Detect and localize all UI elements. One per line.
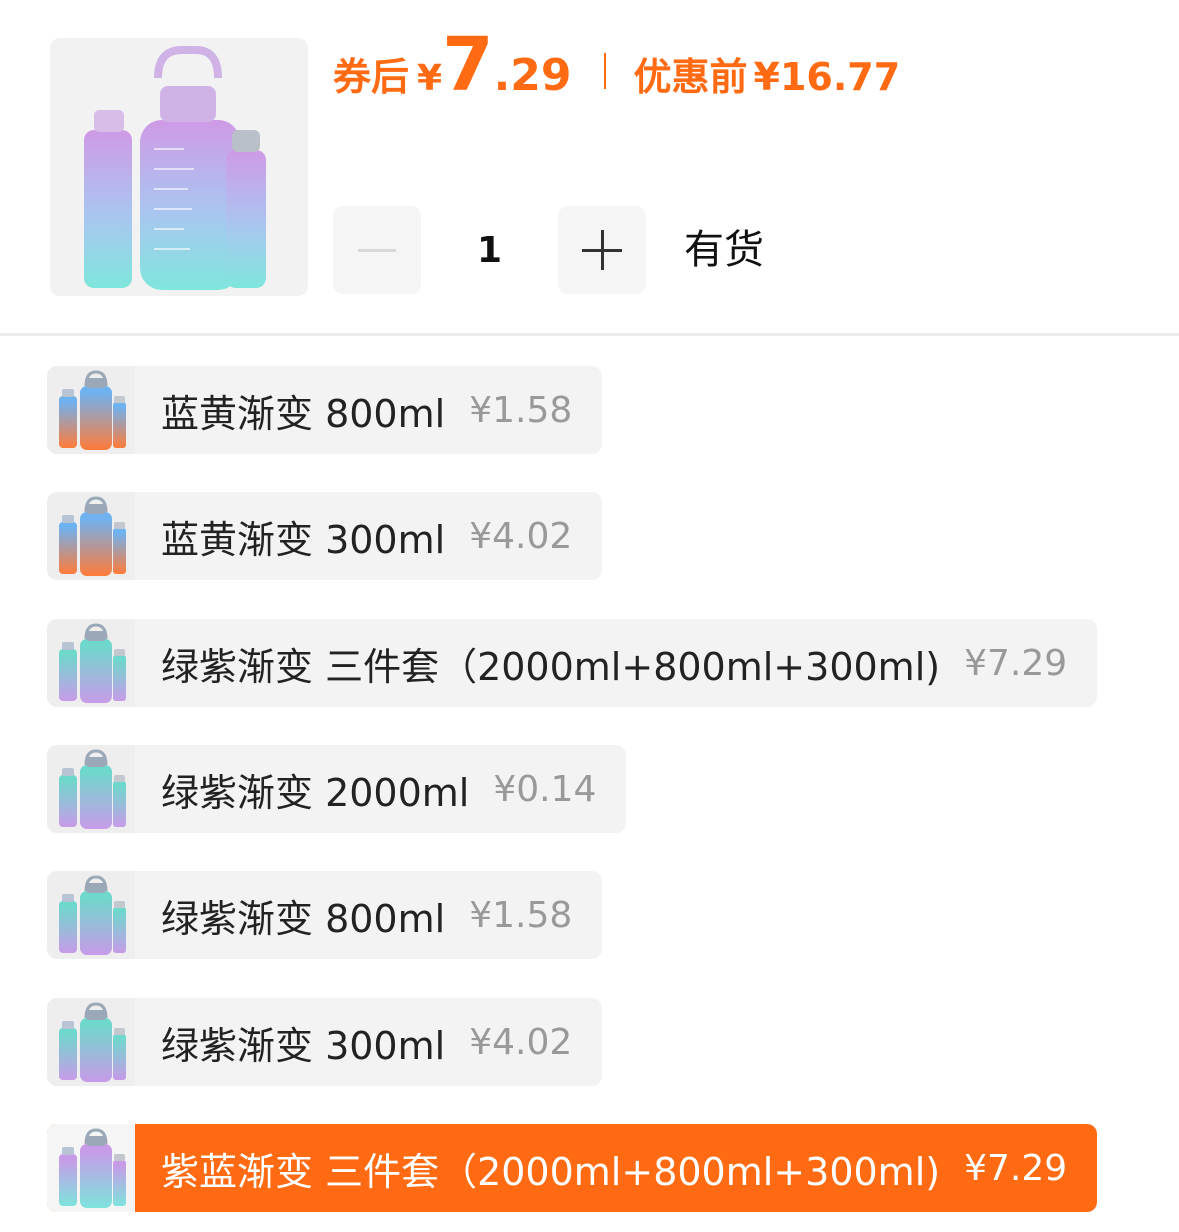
quantity-increase-button[interactable] — [558, 206, 646, 294]
quantity-value: 1 — [476, 229, 503, 271]
before-discount-label: 优惠前 — [633, 55, 748, 99]
sku-option-thumbnail — [47, 871, 135, 959]
sku-option-price: ¥0.14 — [493, 768, 597, 810]
sku-option[interactable]: 绿紫渐变 2000ml ¥0.14 — [47, 745, 627, 833]
sku-option-price: ¥4.02 — [469, 1021, 573, 1063]
sku-option-price: ¥1.58 — [469, 894, 573, 936]
section-divider — [0, 333, 1179, 336]
sku-option-thumbnail — [47, 492, 135, 580]
price-summary: 券后 ¥ 7 .29 优惠前 ¥16.77 — [333, 28, 900, 118]
sku-option-label: 绿紫渐变 三件套（2000ml+800ml+300ml) — [161, 644, 941, 689]
product-image[interactable] — [50, 38, 308, 296]
water-bottle-set-image — [84, 46, 266, 290]
sku-option-label: 绿紫渐变 300ml — [161, 1023, 446, 1068]
sku-option[interactable]: 蓝黄渐变 300ml ¥4.02 — [47, 492, 603, 580]
sku-option-thumbnail — [47, 998, 135, 1086]
before-discount-price: ¥16.77 — [753, 55, 901, 99]
sku-option-label: 蓝黄渐变 300ml — [161, 517, 446, 562]
sku-option-thumbnail — [47, 619, 135, 707]
sku-option[interactable]: 绿紫渐变 800ml ¥1.58 — [47, 871, 603, 959]
sku-option-label: 紫蓝渐变 三件套（2000ml+800ml+300ml) — [161, 1149, 941, 1194]
sku-option-thumbnail — [47, 1124, 135, 1212]
after-coupon-label: 券后 — [333, 55, 410, 99]
sku-option[interactable]: 紫蓝渐变 三件套（2000ml+800ml+300ml) ¥7.29 — [47, 1124, 1098, 1212]
after-coupon-price-integer: 7 — [442, 22, 494, 108]
sku-option-price: ¥7.29 — [964, 642, 1068, 684]
sku-option-label: 绿紫渐变 2000ml — [161, 770, 470, 815]
sku-option[interactable]: 绿紫渐变 三件套（2000ml+800ml+300ml) ¥7.29 — [47, 619, 1098, 707]
quantity-decrease-button[interactable] — [333, 206, 421, 294]
sku-option-thumbnail — [47, 745, 135, 833]
sku-option-price: ¥1.58 — [469, 389, 573, 431]
price-separator — [603, 53, 606, 89]
sku-option-price: ¥4.02 — [469, 515, 573, 557]
stock-status: 有货 — [684, 227, 764, 273]
after-coupon-price-decimal: .29 — [493, 50, 572, 101]
plus-icon — [582, 230, 622, 270]
sku-option-label: 蓝黄渐变 800ml — [161, 391, 446, 436]
sku-option-price: ¥7.29 — [964, 1147, 1068, 1189]
currency-symbol: ¥ — [417, 58, 443, 99]
sku-option[interactable]: 蓝黄渐变 800ml ¥1.58 — [47, 366, 603, 454]
minus-icon — [358, 248, 396, 252]
sku-option-thumbnail — [47, 366, 135, 454]
sku-option-label: 绿紫渐变 800ml — [161, 896, 446, 941]
sku-option[interactable]: 绿紫渐变 300ml ¥4.02 — [47, 998, 603, 1086]
